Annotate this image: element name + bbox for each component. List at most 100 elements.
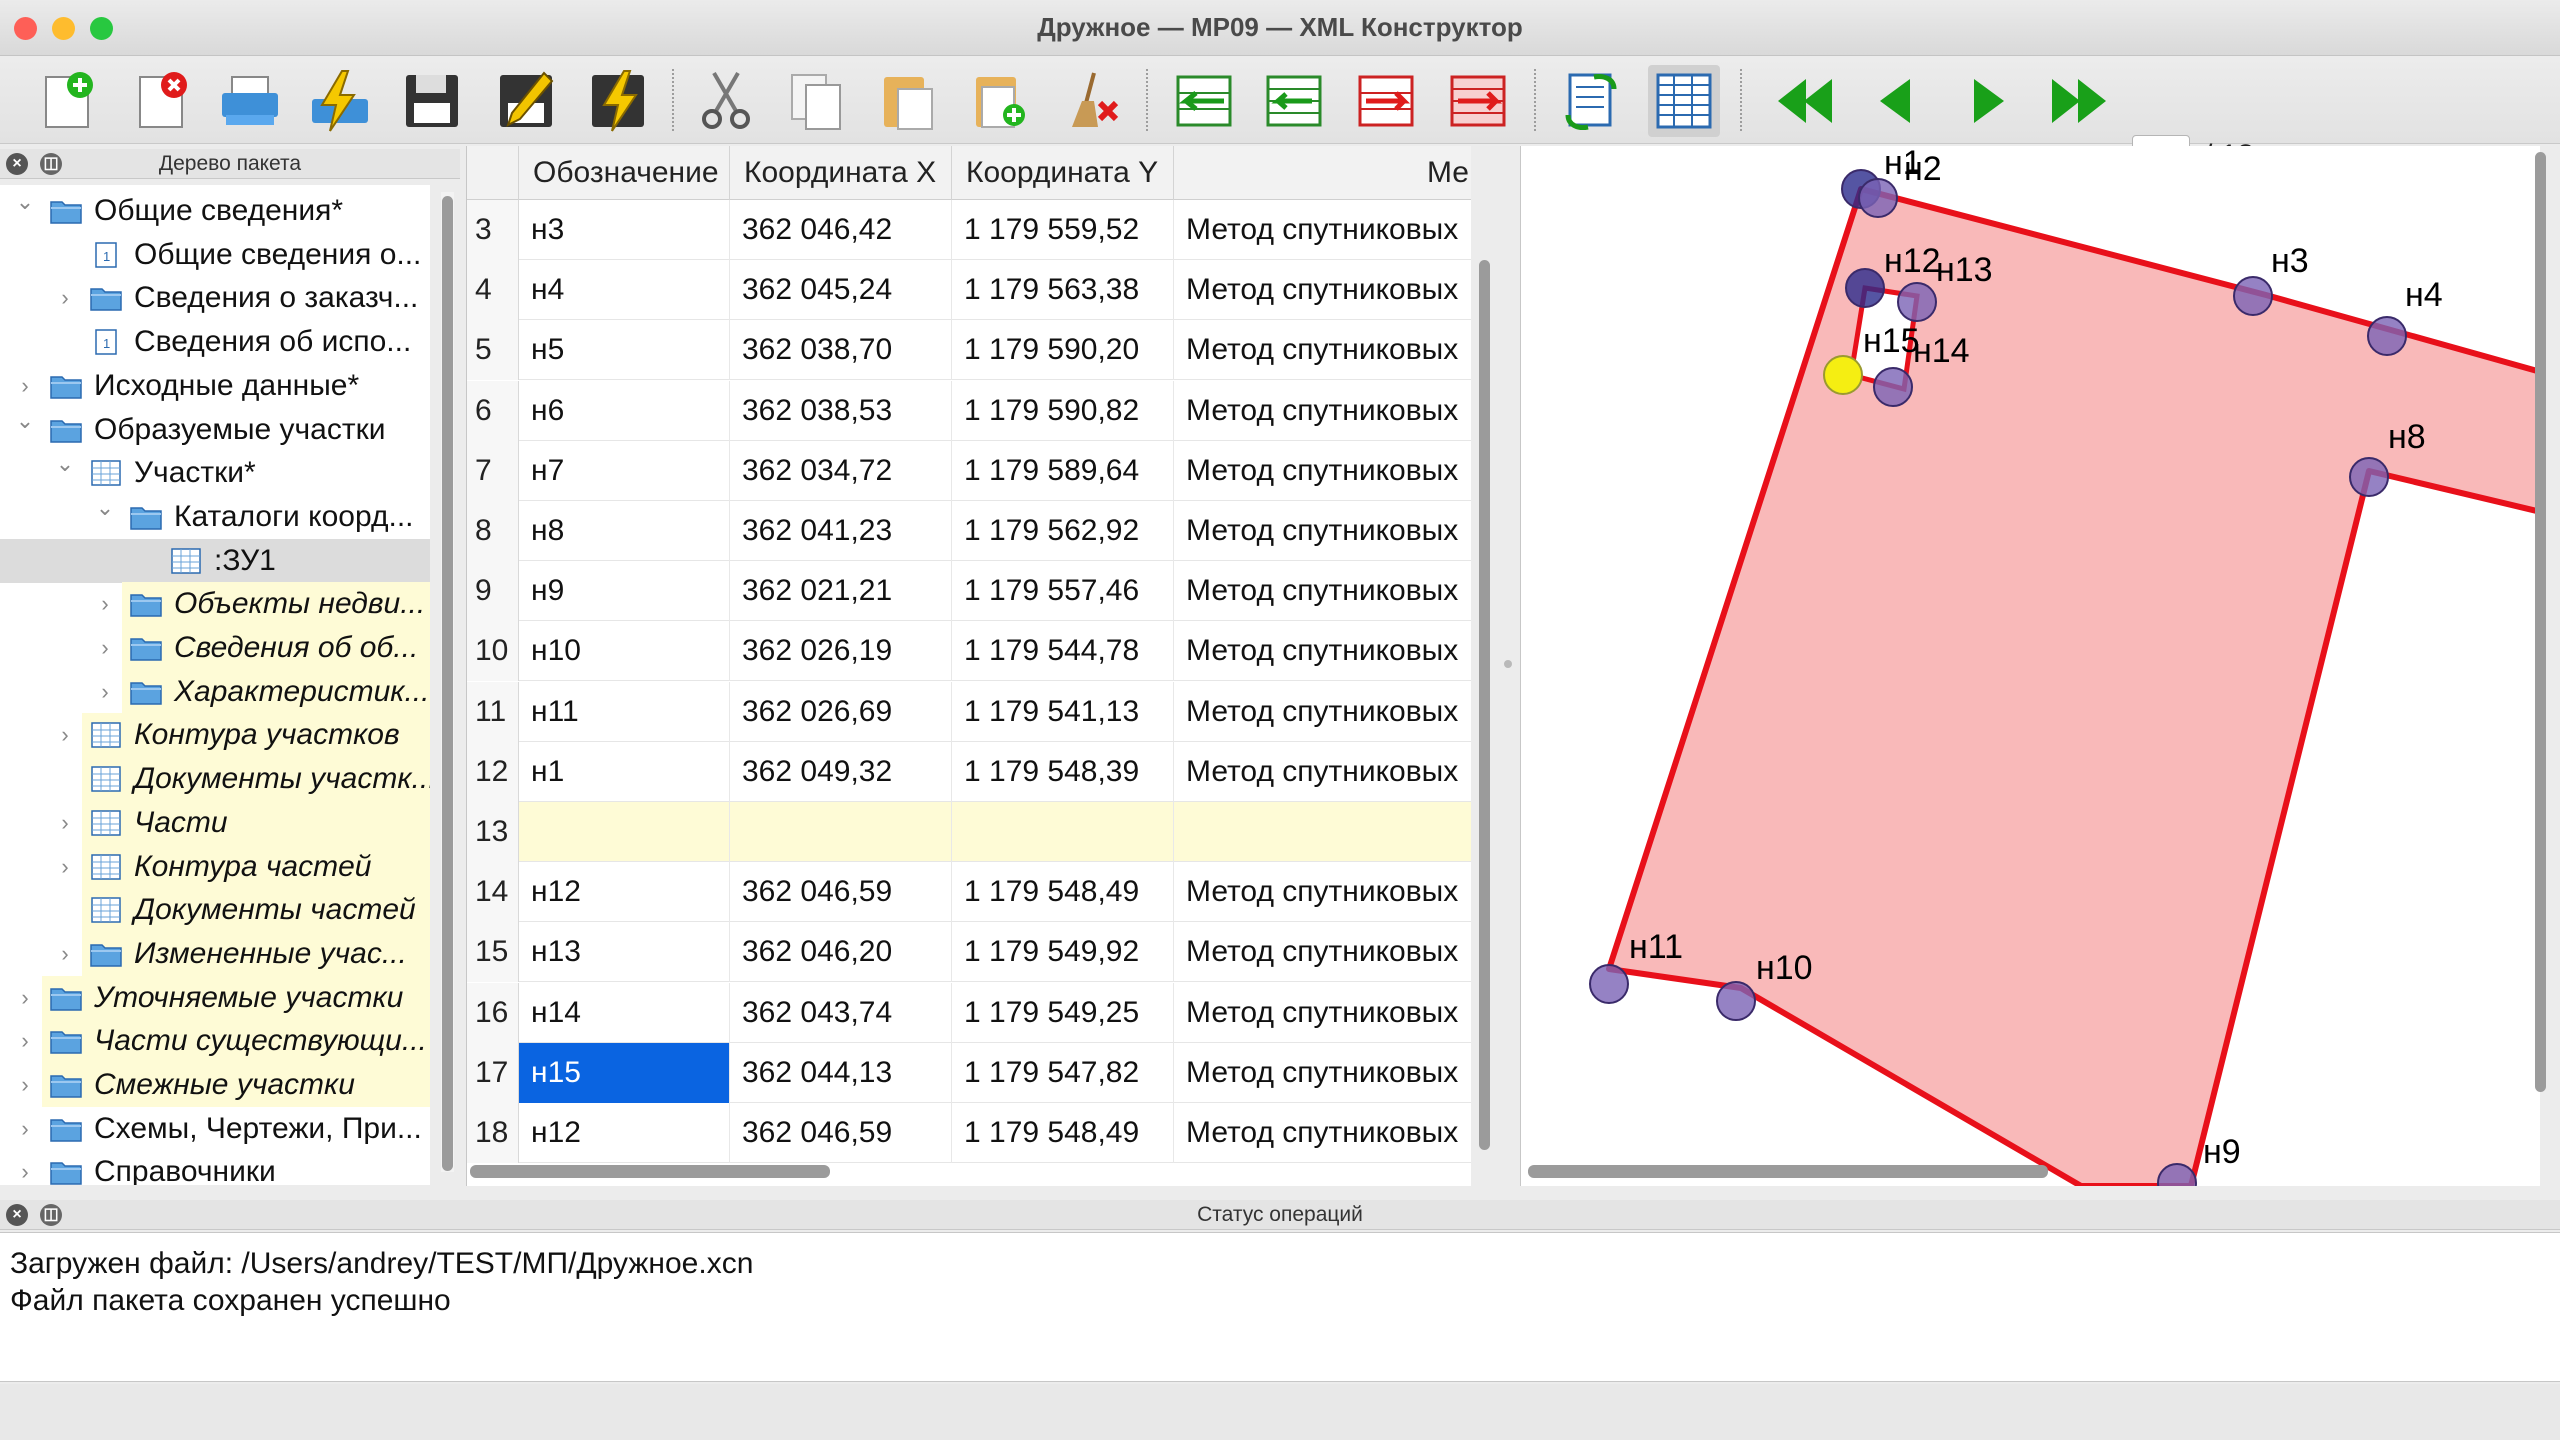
chevron-right-icon[interactable]: › xyxy=(14,1116,36,1142)
tree-item[interactable]: 1 Общие сведения о... xyxy=(0,233,430,277)
first-record-button[interactable] xyxy=(1768,65,1840,137)
table-row[interactable]: 13 xyxy=(467,802,1471,862)
row-number[interactable]: 14 xyxy=(467,862,519,923)
table-row[interactable]: 7 н7 362 034,72 1 179 589,64 Метод спутников… xyxy=(467,440,1471,501)
cell-y[interactable]: 1 179 548,49 xyxy=(952,862,1174,923)
tree-item[interactable]: :ЗУ1 xyxy=(0,538,430,583)
vertex-point[interactable] xyxy=(1873,367,1913,407)
vertex-point[interactable] xyxy=(1845,268,1885,308)
cell-y[interactable] xyxy=(952,802,1174,862)
row-number[interactable]: 16 xyxy=(467,982,519,1043)
tree-item[interactable]: › Схемы, Чертежи, При... xyxy=(0,1107,430,1151)
cell-name[interactable]: н5 xyxy=(519,320,730,381)
validate-button[interactable] xyxy=(304,65,376,137)
cell-x[interactable]: 362 026,19 xyxy=(730,621,952,682)
vertex-point[interactable] xyxy=(1858,178,1898,218)
cell-x[interactable]: 362 043,74 xyxy=(730,982,952,1043)
float-panel-icon[interactable]: ◫ xyxy=(40,153,62,175)
chevron-right-icon[interactable]: › xyxy=(54,285,76,311)
save-button[interactable] xyxy=(396,65,468,137)
cell-y[interactable]: 1 179 590,20 xyxy=(952,320,1174,381)
insert-row-before-button[interactable] xyxy=(1168,65,1240,137)
cell-method[interactable]: Метод спутниковых xyxy=(1174,621,1471,681)
table-row[interactable]: 11 н11 362 026,69 1 179 541,13 Метод спутник… xyxy=(467,681,1471,742)
chevron-right-icon[interactable]: › xyxy=(14,1072,36,1098)
row-number[interactable]: 10 xyxy=(467,621,519,682)
tree-item[interactable]: › Части xyxy=(0,800,430,845)
cell-y[interactable]: 1 179 541,13 xyxy=(952,681,1174,742)
cell-x[interactable]: 362 046,20 xyxy=(730,922,952,983)
table-view-button[interactable] xyxy=(1648,65,1720,137)
cell-y[interactable]: 1 179 562,92 xyxy=(952,501,1174,561)
cell-name[interactable]: н12 xyxy=(519,1103,730,1163)
column-header-method[interactable]: Ме xyxy=(1174,146,1471,200)
column-header-y[interactable]: Координата Y xyxy=(952,146,1174,200)
cell-name[interactable]: н11 xyxy=(519,681,730,742)
insert-row-after-button[interactable] xyxy=(1258,65,1330,137)
cell-name[interactable]: н14 xyxy=(519,982,730,1043)
vertex-point[interactable] xyxy=(1716,981,1756,1021)
cell-method[interactable]: Метод спутниковых xyxy=(1174,561,1471,621)
delete-row-button[interactable] xyxy=(1350,65,1422,137)
delete-doc-button[interactable] xyxy=(126,65,198,137)
cell-method[interactable]: Метод спутниковых xyxy=(1174,682,1471,742)
column-header-x[interactable]: Координата X xyxy=(730,146,952,200)
tree-item[interactable]: ⌄ Образуемые участки xyxy=(0,408,430,452)
table-row[interactable]: 8 н8 362 041,23 1 179 562,92 Метод спутников… xyxy=(467,501,1471,561)
cell-name[interactable]: н1 xyxy=(519,741,730,802)
close-panel-icon[interactable]: × xyxy=(6,153,28,175)
cell-x[interactable]: 362 045,24 xyxy=(730,260,952,321)
chevron-right-icon[interactable]: › xyxy=(54,810,76,836)
table-row[interactable]: 9 н9 362 021,21 1 179 557,46 Метод спутников… xyxy=(467,561,1471,622)
tree-item[interactable]: › Объекты недви... xyxy=(0,582,430,627)
cell-y[interactable]: 1 179 548,49 xyxy=(952,1103,1174,1163)
vertex-point[interactable] xyxy=(1897,282,1937,322)
cell-x[interactable]: 362 049,32 xyxy=(730,741,952,802)
row-number[interactable]: 9 xyxy=(467,561,519,622)
cell-name[interactable]: н4 xyxy=(519,260,730,321)
cell-y[interactable]: 1 179 548,39 xyxy=(952,741,1174,802)
table-row[interactable]: 12 н1 362 049,32 1 179 548,39 Метод спутнико… xyxy=(467,741,1471,802)
cell-y[interactable]: 1 179 549,25 xyxy=(952,982,1174,1043)
row-number[interactable]: 8 xyxy=(467,501,519,561)
cell-method[interactable] xyxy=(1174,802,1471,862)
cell-name[interactable]: н13 xyxy=(519,922,730,983)
cell-x[interactable]: 362 034,72 xyxy=(730,440,952,501)
table-vertical-scrollbar[interactable] xyxy=(1478,250,1491,1150)
edit-button[interactable] xyxy=(490,65,562,137)
cut-button[interactable] xyxy=(690,65,762,137)
cell-method[interactable]: Метод спутниковых xyxy=(1174,922,1471,982)
chevron-right-icon[interactable]: › xyxy=(54,941,76,967)
cell-y[interactable]: 1 179 547,82 xyxy=(952,1042,1174,1103)
cell-y[interactable]: 1 179 590,82 xyxy=(952,380,1174,441)
row-number[interactable]: 4 xyxy=(467,260,519,321)
float-panel-icon[interactable]: ◫ xyxy=(40,1204,62,1226)
tree-item[interactable]: › Контура участков xyxy=(0,713,430,758)
tree-scrollbar[interactable] xyxy=(441,192,454,1172)
map-view[interactable]: н1 н2 н3 н4 н8 н9 н10 н11 н12 н13 н14 н15 xyxy=(1520,146,2540,1186)
cell-method[interactable]: Метод спутниковых xyxy=(1174,1103,1471,1163)
tree-item[interactable]: › Измененные учас... xyxy=(0,931,430,976)
tree-item[interactable]: › Справочники xyxy=(0,1150,430,1185)
cell-name[interactable]: н3 xyxy=(519,200,730,260)
chevron-right-icon[interactable]: › xyxy=(14,373,36,399)
row-number[interactable]: 6 xyxy=(467,380,519,441)
prev-record-button[interactable] xyxy=(1860,65,1932,137)
map-vertical-scrollbar[interactable] xyxy=(2535,152,2546,1092)
cell-method[interactable]: Метод спутниковых xyxy=(1174,260,1471,320)
tree-item[interactable]: › Характеристик... xyxy=(0,669,430,714)
row-number[interactable]: 3 xyxy=(467,200,519,260)
refresh-button[interactable] xyxy=(1556,65,1628,137)
vertex-point[interactable] xyxy=(1823,355,1863,395)
vertex-point[interactable] xyxy=(2367,316,2407,356)
delete-rows-button[interactable] xyxy=(1442,65,1514,137)
cell-x[interactable]: 362 038,70 xyxy=(730,320,952,381)
vertex-point[interactable] xyxy=(1589,964,1629,1004)
tree-item[interactable]: › Сведения об об... xyxy=(0,626,430,670)
cell-y[interactable]: 1 179 559,52 xyxy=(952,200,1174,260)
last-record-button[interactable] xyxy=(2044,65,2116,137)
table-row[interactable]: 16 н14 362 043,74 1 179 549,25 Метод спутник… xyxy=(467,982,1471,1043)
cell-name[interactable]: н6 xyxy=(519,380,730,441)
copy-button[interactable] xyxy=(780,65,852,137)
chevron-right-icon[interactable]: › xyxy=(14,1028,36,1054)
